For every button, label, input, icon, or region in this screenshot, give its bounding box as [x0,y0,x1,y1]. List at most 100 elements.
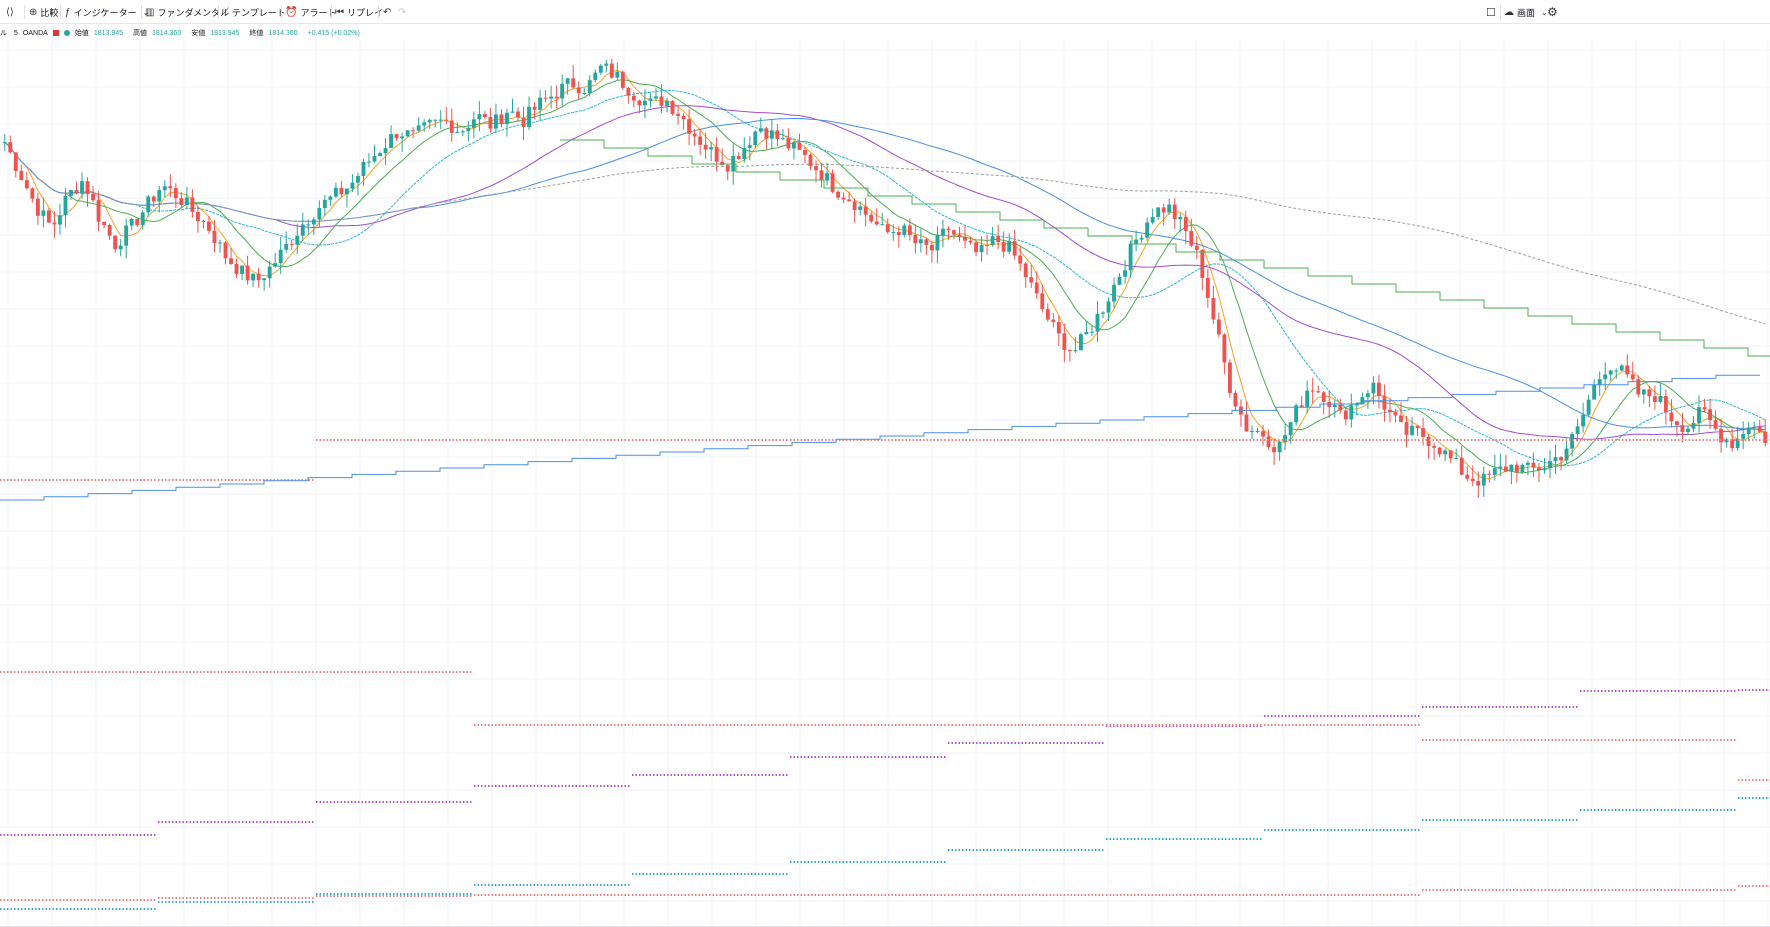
candle-body [466,127,471,132]
candle-body [874,221,879,225]
candle-body [1652,396,1657,402]
candle-body [747,145,752,148]
redo-button[interactable]: ↷ [398,4,409,20]
indicators-icon: ƒ [65,6,71,18]
candle-body [1371,382,1376,394]
fullscreen-button[interactable]: ☐ [1486,4,1499,20]
candle-body [1007,241,1012,252]
candle-body [449,120,454,133]
candle-body [659,96,664,106]
candle-body [1112,284,1116,302]
candle-body [1757,426,1762,432]
candle-body [1382,396,1387,410]
settings-button[interactable]: ⚙ [1547,4,1561,20]
candle-body [841,197,846,200]
candle-body [1139,237,1144,240]
candle-body [814,166,818,171]
candle-body [1548,461,1552,469]
candle-body [1117,276,1122,285]
candle-body [803,149,807,155]
candle-body [212,230,217,244]
candle-body [609,63,614,78]
price-chart[interactable] [0,40,1770,926]
high-value: 1814.360 [152,30,182,37]
candle-body [516,111,520,118]
toolbar-divider [1500,5,1501,19]
candle-body [1034,282,1039,294]
candle-body [576,87,581,94]
templates-button[interactable]: ⟋ テンプレート [222,4,286,20]
candle-body [1393,412,1398,416]
candle-body [593,72,598,81]
candle-body [1332,404,1337,407]
candle-body [218,242,222,244]
candle-body [317,207,322,220]
candle-body [8,142,13,153]
candle-body [1183,216,1188,231]
low-value: 1813.945 [210,30,240,37]
candle-body [102,221,107,226]
candle-body [322,199,327,208]
candle-body [1443,450,1448,455]
candle-body [775,130,780,140]
candle-body [422,122,427,126]
candle-body [1630,374,1635,380]
candle-body [819,170,824,181]
change-value: +0.415 (+0.02%) [307,29,360,37]
candle-body [1084,332,1089,335]
candle-body [1321,392,1326,402]
candle-body [1222,334,1227,363]
candle-body [1741,434,1746,439]
candle-body [311,219,316,225]
candle-body [929,244,934,251]
candle-body [1001,242,1006,252]
stepped-line-blue [0,374,1760,501]
candle-body [1465,474,1470,479]
candle-body [46,210,51,223]
symbol-compare-button[interactable]: ⟨⟩ [6,4,17,20]
candle-body [306,224,311,226]
stepped-line-green [560,139,1770,357]
candle-body [924,239,929,245]
candle-body [1018,255,1023,264]
candle-body [598,65,603,73]
layout-button[interactable]: ☁ 画面 ⌄ [1504,4,1551,20]
open-label: 始値 [74,30,89,37]
candle-body [786,138,791,149]
indicators-button[interactable]: ƒ インジケーター ⌄ [65,4,152,20]
candle-body [1399,415,1403,423]
high-label: 高値 [133,30,148,37]
candle-body [946,228,951,231]
candle-body [383,147,388,154]
candle-body [1514,464,1519,473]
candle-body [1542,468,1547,471]
candle-body [543,97,548,99]
candle-body [1647,389,1652,397]
candle-body [1211,297,1216,320]
low-label: 安値 [191,30,206,37]
replay-icon: ⏮ [335,6,344,18]
candle-body [1250,431,1254,433]
candle-body [1376,382,1381,397]
alert-button[interactable]: ⏰ アラート [285,4,336,20]
candle-body [808,154,813,167]
fundamentals-button[interactable]: ▥ ファンダメンタル [145,4,229,20]
candle-body [107,225,112,236]
candle-body [41,210,46,216]
candle-body [223,242,228,259]
candle-body [1680,425,1685,432]
compare-button[interactable]: ⊕ 比較 [29,4,58,20]
candle-body [405,130,410,137]
candle-body [736,155,741,159]
symbol-name[interactable]: ル [0,28,7,38]
candle-body [378,153,382,157]
candle-body [527,106,531,128]
candle-body [1454,457,1459,459]
candle-body [1437,447,1442,455]
candle-body [631,95,636,101]
replay-button[interactable]: ⏮ リプレイ [335,4,383,20]
candle-body [692,133,697,137]
undo-button[interactable]: ↶ [383,4,394,20]
candle-body [1663,396,1668,413]
close-field: 終値 1814.360 [249,28,302,38]
